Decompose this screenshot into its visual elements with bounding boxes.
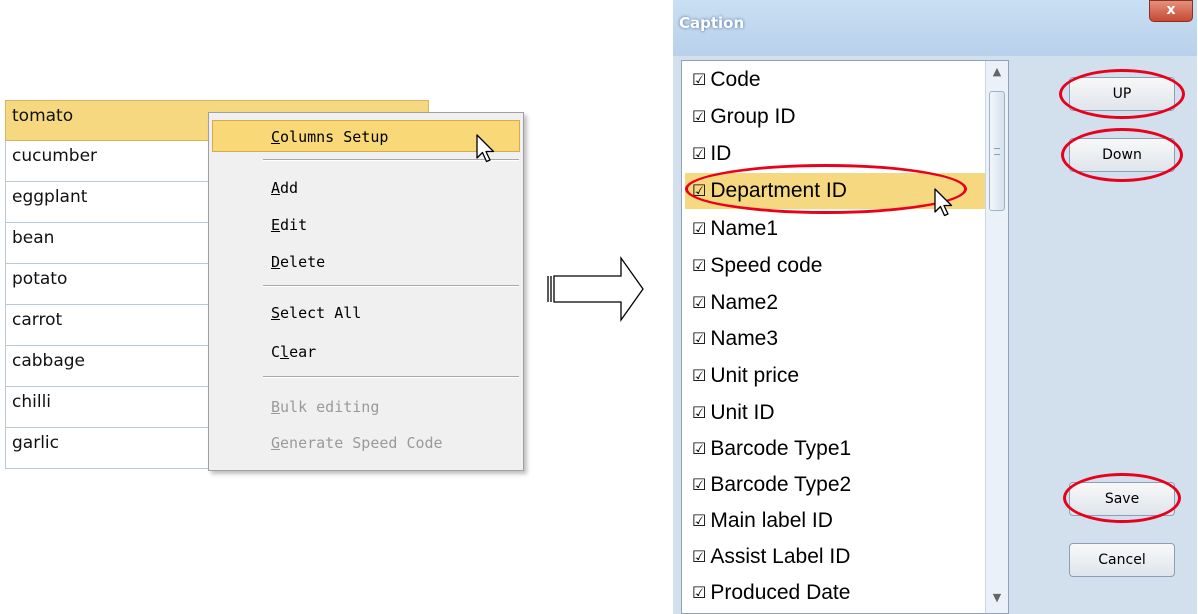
menu-label-post: elete	[280, 253, 326, 271]
caption-item-label: Unit ID	[710, 401, 775, 424]
caption-item-label: Name3	[710, 327, 779, 350]
scroll-up-icon[interactable]: ▲	[990, 65, 1004, 78]
menu-label-post: olumns Setup	[280, 128, 389, 146]
caption-item-label: Assist Label ID	[710, 545, 851, 568]
caption-checklist: ☑ Code ☑ Group ID ☑ ID ☑ Department ID ☑ Name…	[681, 60, 1009, 614]
caption-item-id[interactable]: ☑ ID	[692, 136, 1002, 172]
caption-item-unit-id[interactable]: ☑ Unit ID	[692, 395, 1002, 431]
checkbox-checked-icon[interactable]: ☑	[692, 547, 706, 566]
checkbox-checked-icon[interactable]: ☑	[692, 144, 706, 163]
menu-label-post: ear	[289, 343, 317, 361]
cancel-button[interactable]: Cancel	[1069, 543, 1175, 577]
caption-item-label: Barcode Type1	[710, 437, 852, 460]
menu-accelerator: l	[280, 343, 290, 361]
caption-item-label: Produced Date	[710, 581, 851, 604]
caption-item-label: Main label ID	[710, 509, 833, 532]
dialog-title: Caption	[679, 14, 745, 32]
close-icon: x	[1166, 2, 1176, 18]
menu-item-add[interactable]: Add	[209, 172, 523, 204]
menu-label-post: dd	[280, 179, 299, 197]
menu-item-delete[interactable]: Delete	[209, 246, 523, 278]
caption-item-produced-date[interactable]: ☑ Produced Date	[692, 575, 1002, 611]
checkbox-checked-icon[interactable]: ☑	[692, 70, 706, 89]
caption-item-label: Name1	[710, 217, 779, 240]
caption-item-group-id[interactable]: ☑ Group ID	[692, 99, 1002, 135]
caption-item-label: Speed code	[710, 254, 823, 277]
caption-item-barcode-type2[interactable]: ☑ Barcode Type2	[692, 467, 1002, 503]
save-button[interactable]: Save	[1069, 482, 1175, 516]
caption-item-barcode-type1[interactable]: ☑ Barcode Type1	[692, 431, 1002, 467]
menu-accelerator: E	[271, 216, 281, 234]
checkbox-checked-icon[interactable]: ☑	[692, 107, 706, 126]
grip-icon	[994, 148, 1000, 155]
up-button[interactable]: UP	[1069, 77, 1175, 111]
menu-separator	[263, 376, 519, 378]
caption-item-label: ID	[710, 142, 732, 165]
menu-accelerator: D	[271, 253, 281, 271]
menu-item-generate-speed-code[interactable]: Generate Speed Code	[209, 427, 523, 459]
checkbox-checked-icon[interactable]: ☑	[692, 181, 706, 200]
caption-item-label: Code	[710, 68, 761, 91]
checkbox-checked-icon[interactable]: ☑	[692, 366, 706, 385]
caption-item-code[interactable]: ☑ Code	[692, 62, 1002, 98]
menu-item-edit[interactable]: Edit	[209, 209, 523, 241]
scroll-thumb[interactable]	[989, 91, 1005, 211]
menu-label-post: dit	[280, 216, 308, 234]
caption-item-label: Name2	[710, 291, 779, 314]
caption-item-speed-code[interactable]: ☑ Speed code	[692, 248, 1002, 284]
mouse-cursor-icon	[476, 134, 495, 163]
checkbox-checked-icon[interactable]: ☑	[692, 256, 706, 275]
menu-accelerator: G	[271, 434, 281, 452]
menu-item-columns-setup[interactable]: Columns Setup	[212, 120, 520, 152]
checkbox-checked-icon[interactable]: ☑	[692, 403, 706, 422]
menu-item-bulk-editing[interactable]: Bulk editing	[209, 391, 523, 423]
close-button[interactable]: x	[1149, 0, 1193, 22]
menu-accelerator: S	[271, 304, 281, 322]
menu-accelerator: A	[271, 179, 281, 197]
menu-label-post: enerate Speed Code	[280, 434, 443, 452]
title-bar: Caption x	[673, 0, 1197, 56]
arrow-right-icon	[547, 255, 644, 323]
menu-label-post: ulk editing	[280, 398, 380, 416]
checkbox-checked-icon[interactable]: ☑	[692, 475, 706, 494]
menu-accelerator: C	[271, 128, 281, 146]
checkbox-checked-icon[interactable]: ☑	[692, 219, 706, 238]
caption-item-name3[interactable]: ☑ Name3	[692, 321, 1002, 357]
down-button[interactable]: Down	[1069, 138, 1175, 172]
mouse-cursor-icon	[934, 188, 953, 217]
menu-item-clear[interactable]: Clear	[209, 336, 523, 368]
scroll-down-icon[interactable]: ▼	[990, 591, 1004, 604]
caption-item-assist-label-id[interactable]: ☑ Assist Label ID	[692, 539, 1002, 575]
caption-item-main-label-id[interactable]: ☑ Main label ID	[692, 503, 1002, 539]
menu-accelerator: B	[271, 398, 281, 416]
caption-item-label: Barcode Type2	[710, 473, 852, 496]
caption-item-label: Department ID	[710, 179, 847, 202]
caption-item-unit-price[interactable]: ☑ Unit price	[692, 358, 1002, 394]
checkbox-checked-icon[interactable]: ☑	[692, 329, 706, 348]
menu-item-select-all[interactable]: Select All	[209, 297, 523, 329]
caption-dialog: Caption x ☑ Code ☑ Group ID ☑ ID ☑ Departmen…	[673, 0, 1197, 614]
checkbox-checked-icon[interactable]: ☑	[692, 439, 706, 458]
caption-item-name2[interactable]: ☑ Name2	[692, 285, 1002, 321]
menu-label-post: elect All	[280, 304, 362, 322]
checkbox-checked-icon[interactable]: ☑	[692, 293, 706, 312]
checkbox-checked-icon[interactable]: ☑	[692, 583, 706, 602]
menu-label-pre: C	[271, 343, 281, 361]
checkbox-checked-icon[interactable]: ☑	[692, 511, 706, 530]
caption-item-label: Group ID	[710, 105, 796, 128]
menu-separator	[263, 285, 519, 287]
caption-item-label: Unit price	[710, 364, 800, 387]
vertical-scrollbar[interactable]: ▲ ▼	[985, 61, 1008, 613]
